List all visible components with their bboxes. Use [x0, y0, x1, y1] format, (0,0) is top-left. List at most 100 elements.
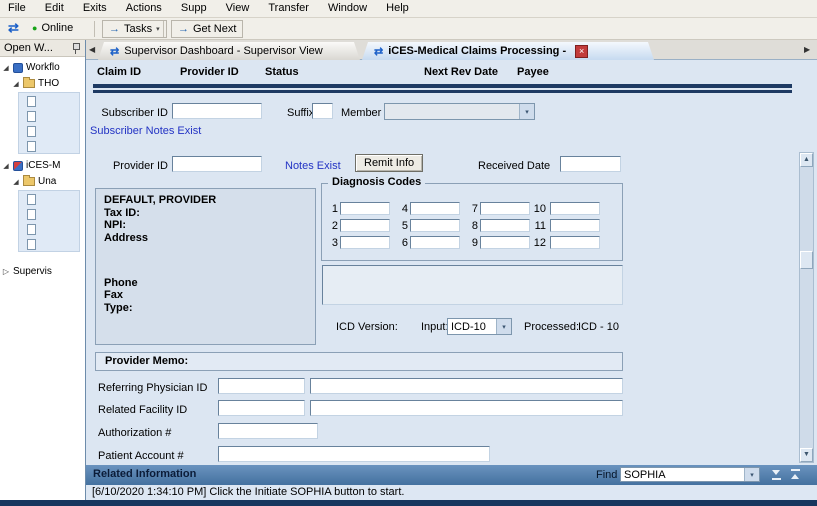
diagnosis-input-7[interactable] — [480, 202, 530, 215]
tree-node-ices[interactable]: ◢ iCES-M — [2, 160, 60, 171]
get-next-button[interactable]: → Get Next — [171, 20, 244, 38]
chevron-down-icon[interactable]: ▾ — [496, 319, 511, 334]
diagnosis-input-8[interactable] — [480, 219, 530, 232]
diagnosis-input-4[interactable] — [410, 202, 460, 215]
diagnosis-input-11[interactable] — [550, 219, 600, 232]
provider-address-label: Address — [104, 232, 149, 244]
tasks-arrow-icon: → — [109, 23, 120, 35]
member-combo[interactable]: ▾ — [384, 103, 535, 120]
tree-node-workflow[interactable]: ◢ Workflo — [2, 62, 60, 73]
authorization-input[interactable] — [218, 423, 318, 439]
tree-doc-group — [18, 190, 80, 252]
scrollbar-thumb[interactable] — [800, 251, 813, 269]
tree-collapsed-icon[interactable]: ▷ — [2, 267, 10, 276]
pin-icon[interactable] — [72, 43, 80, 54]
folder-icon — [23, 77, 35, 88]
diagnosis-num-label: 2 — [331, 220, 338, 232]
tree-expander-icon[interactable]: ◢ — [2, 64, 10, 72]
diagnosis-input-10[interactable] — [550, 202, 600, 215]
chevron-down-icon[interactable]: ▾ — [744, 468, 759, 481]
menu-transfer[interactable]: Transfer — [260, 0, 317, 18]
member-label: Member — [341, 107, 382, 119]
related-facility-label: Related Facility ID — [98, 404, 188, 416]
diagnosis-num-label: 6 — [401, 237, 408, 249]
related-facility-input[interactable] — [218, 400, 305, 416]
col-header-status[interactable]: Status — [265, 66, 299, 78]
tasks-button[interactable]: → Tasks ▾ — [102, 20, 167, 38]
diagnosis-input-12[interactable] — [550, 236, 600, 249]
find-combo[interactable]: SOPHIA ▾ — [620, 467, 760, 482]
document-icon[interactable] — [27, 111, 36, 122]
diagnosis-input-6[interactable] — [410, 236, 460, 249]
workflow-icon — [13, 62, 23, 73]
document-icon[interactable] — [27, 224, 36, 235]
tab-scroll-right-icon[interactable]: ▶ — [804, 45, 810, 54]
menu-view[interactable]: View — [218, 0, 258, 18]
tree-node-una[interactable]: ◢ Una — [12, 175, 56, 187]
diagnosis-input-2[interactable] — [340, 219, 390, 232]
referring-physician-detail-input[interactable] — [310, 378, 623, 394]
menu-window[interactable]: Window — [320, 0, 375, 18]
diagnosis-input-5[interactable] — [410, 219, 460, 232]
chevron-down-icon[interactable]: ▾ — [519, 104, 534, 119]
tree-node-label: Workflo — [26, 62, 60, 73]
received-date-input[interactable] — [560, 156, 621, 172]
diagnosis-codes-group: Diagnosis Codes 1 2 3 4 5 6 7 8 9 10 11 … — [321, 176, 623, 261]
subscriber-id-input[interactable] — [172, 103, 262, 119]
tree-node-label: iCES-M — [26, 160, 61, 171]
suffix-input[interactable] — [312, 103, 333, 119]
notes-exist-link[interactable]: Notes Exist — [285, 160, 341, 172]
provider-npi-label: NPI: — [104, 219, 126, 231]
menu-actions[interactable]: Actions — [118, 0, 170, 18]
document-icon[interactable] — [27, 209, 36, 220]
tree-node-tho[interactable]: ◢ THO — [12, 77, 59, 89]
chevron-down-icon: ▾ — [156, 26, 160, 33]
menu-edit[interactable]: Edit — [37, 0, 72, 18]
jump-to-bottom-icon[interactable] — [770, 468, 783, 481]
col-header-payee[interactable]: Payee — [517, 66, 549, 78]
menu-file[interactable]: File — [0, 0, 34, 18]
provider-id-label: Provider ID — [112, 160, 168, 172]
icd-input-combo[interactable]: ICD-10 ▾ — [447, 318, 512, 335]
related-facility-detail-input[interactable] — [310, 400, 623, 416]
tab-ices-claims-processing[interactable]: ⇄ iCES-Medical Claims Processing - × — [362, 42, 654, 60]
vertical-scrollbar[interactable]: ▲ ▼ — [799, 152, 814, 463]
close-tab-icon[interactable]: × — [575, 45, 588, 58]
diagnosis-input-1[interactable] — [340, 202, 390, 215]
referring-physician-input[interactable] — [218, 378, 305, 394]
find-label: Find — [596, 469, 618, 481]
provider-memo-title: Provider Memo: — [105, 355, 189, 367]
provider-id-input[interactable] — [172, 156, 262, 172]
jump-to-top-icon[interactable] — [789, 468, 802, 481]
document-icon[interactable] — [27, 239, 36, 250]
remit-info-button[interactable]: Remit Info — [355, 154, 424, 172]
document-icon[interactable] — [27, 126, 36, 137]
patient-account-input[interactable] — [218, 446, 490, 462]
tree-expander-icon[interactable]: ◢ — [12, 178, 20, 186]
tree-node-supervisor[interactable]: ▷ Supervis — [2, 266, 52, 277]
col-header-claim-id[interactable]: Claim ID — [97, 66, 141, 78]
menu-exits[interactable]: Exits — [75, 0, 115, 18]
sidebar-title: Open W... — [4, 42, 53, 54]
menu-supp[interactable]: Supp — [173, 0, 215, 18]
subscriber-notes-exist-link[interactable]: Subscriber Notes Exist — [90, 125, 201, 137]
col-header-next-rev-date[interactable]: Next Rev Date — [424, 66, 498, 78]
diagnosis-input-3[interactable] — [340, 236, 390, 249]
document-icon[interactable] — [27, 194, 36, 205]
document-icon[interactable] — [27, 96, 36, 107]
diagnosis-notes-textarea[interactable] — [322, 265, 623, 305]
tab-supervisor-dashboard[interactable]: ⇄ Supervisor Dashboard - Supervisor View — [98, 42, 360, 60]
menu-help[interactable]: Help — [378, 0, 417, 18]
provider-tax-id-label: Tax ID: — [104, 207, 140, 219]
tree-expander-icon[interactable]: ◢ — [2, 162, 10, 170]
col-header-provider-id[interactable]: Provider ID — [180, 66, 239, 78]
authorization-label: Authorization # — [98, 427, 172, 439]
tab-scroll-left-icon[interactable]: ◀ — [89, 45, 95, 54]
document-icon[interactable] — [27, 141, 36, 152]
provider-info-box: DEFAULT, PROVIDER Tax ID: NPI: Address P… — [95, 188, 316, 345]
scroll-up-icon[interactable]: ▲ — [800, 153, 813, 167]
scroll-down-icon[interactable]: ▼ — [800, 448, 813, 462]
tree-expander-icon[interactable]: ◢ — [12, 80, 20, 88]
diagnosis-input-9[interactable] — [480, 236, 530, 249]
sidebar-panel: Open W... ◢ Workflo ◢ THO ◢ iCES-M ◢ Una… — [0, 40, 86, 500]
